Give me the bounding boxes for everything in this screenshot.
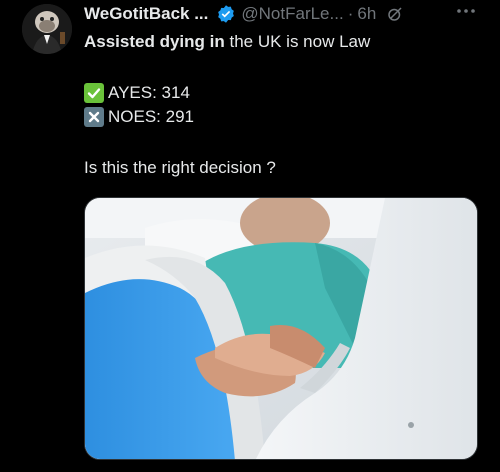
tweet-text-bold[interactable]: Assisted dying in (84, 32, 225, 51)
tweet-header: WeGotitBack ... @NotFarLe... · 6h (84, 3, 494, 25)
separator-dot: · (347, 4, 354, 23)
noes-line: NOES: 291 (84, 106, 194, 128)
tweet[interactable]: WeGotitBack ... @NotFarLe... · 6h Assist… (0, 0, 500, 472)
display-name[interactable]: WeGotitBack ... (84, 4, 208, 24)
tweet-text-rest: the UK is now Law (224, 32, 371, 51)
more-options-icon[interactable] (454, 2, 478, 20)
check-mark-emoji (84, 83, 104, 103)
handle[interactable]: @NotFarLe... (241, 4, 343, 24)
avatar[interactable] (22, 4, 72, 54)
ayes-count: AYES: 314 (108, 83, 190, 102)
tweet-text-line-1: Assisted dying in the UK is now Law (84, 31, 370, 53)
tweet-image[interactable] (84, 197, 478, 460)
ayes-line: AYES: 314 (84, 82, 190, 104)
noes-count: NOES: 291 (108, 107, 194, 126)
edited-icon[interactable] (386, 5, 404, 23)
timestamp[interactable]: 6h (357, 4, 376, 24)
cross-mark-emoji (84, 107, 104, 127)
tweet-question: Is this the right decision ? (84, 158, 276, 177)
verified-badge-icon[interactable] (216, 4, 236, 24)
